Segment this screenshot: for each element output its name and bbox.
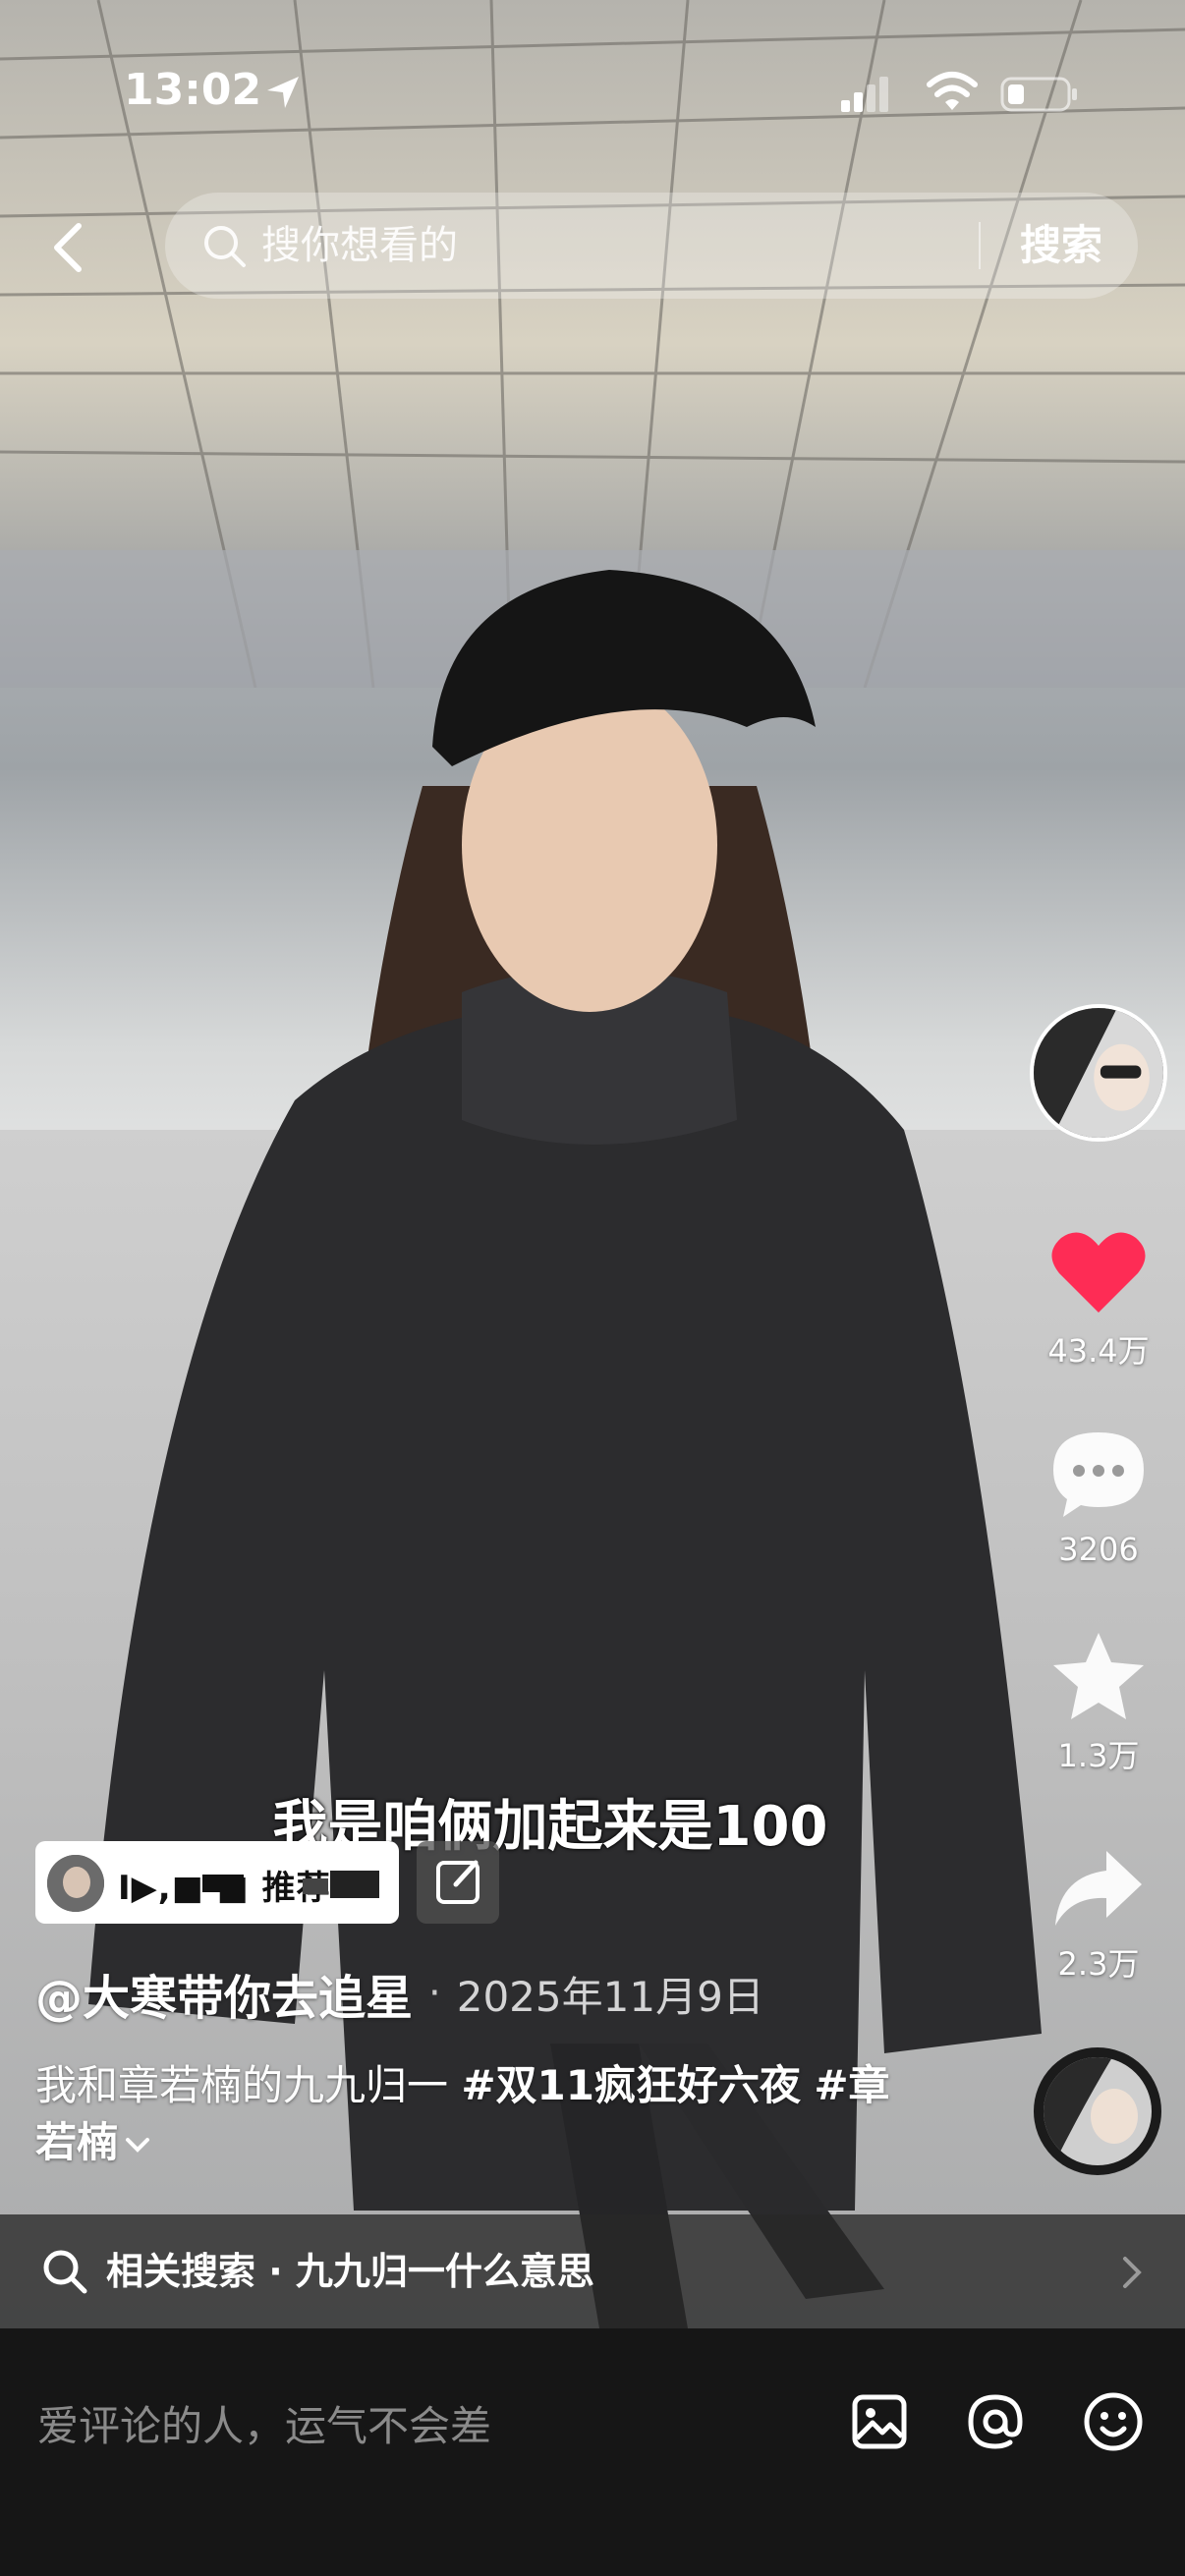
author-row: @大寒带你去追星 · 2025年11月9日 bbox=[35, 1959, 764, 2028]
edit-icon bbox=[436, 1860, 480, 1904]
creator-avatar[interactable] bbox=[1030, 1004, 1167, 1142]
video-description[interactable]: 我和章若楠的九九归一 #双11疯狂好六夜 #章若楠 bbox=[35, 2057, 920, 2171]
product-card[interactable]: I▶,■ ■ 推荐 bbox=[35, 1841, 399, 1924]
chevron-down-icon[interactable] bbox=[124, 2136, 151, 2156]
description-text: 我和章若楠的九九归一 bbox=[35, 2061, 462, 2109]
comment-bar: 爱评论的人，运气不会差 bbox=[0, 2328, 1185, 2576]
avatar-image bbox=[1034, 1008, 1163, 1138]
search-icon bbox=[204, 226, 246, 267]
emoji-icon[interactable] bbox=[1081, 2389, 1146, 2454]
favorite-count: 1.3万 bbox=[1057, 1737, 1140, 1774]
redaction-mark bbox=[330, 1871, 379, 1898]
related-search-bar[interactable]: 相关搜索 · 九九归一什么意思 bbox=[0, 2214, 1185, 2328]
search-divider bbox=[979, 222, 981, 269]
related-search-label: 相关搜索 bbox=[106, 2250, 256, 2293]
star-icon bbox=[1053, 1633, 1144, 1719]
related-search-separator: · bbox=[268, 2250, 283, 2293]
comment-button[interactable]: 3206 bbox=[1022, 1427, 1175, 1568]
comment-icon bbox=[1053, 1432, 1144, 1517]
like-button[interactable]: 43.4万 bbox=[1022, 1228, 1175, 1372]
chevron-right-icon bbox=[1123, 2257, 1142, 2288]
music-cover-image bbox=[1044, 2057, 1152, 2165]
related-search-query: 九九归一什么意思 bbox=[295, 2250, 594, 2293]
redaction-mark bbox=[303, 1878, 328, 1894]
favorite-button[interactable]: 1.3万 bbox=[1022, 1631, 1175, 1776]
author-date-separator: · bbox=[428, 1971, 441, 2016]
comment-input[interactable]: 爱评论的人，运气不会差 bbox=[37, 2387, 784, 2466]
redaction-mark bbox=[202, 1875, 244, 1892]
status-time: 13:02 bbox=[124, 65, 262, 115]
location-arrow-icon bbox=[267, 77, 299, 108]
search-bar[interactable]: 搜你想看的 搜索 bbox=[165, 193, 1138, 299]
search-input[interactable]: 搜你想看的 bbox=[261, 214, 831, 277]
share-icon bbox=[1055, 1851, 1142, 1926]
at-icon[interactable] bbox=[963, 2389, 1028, 2454]
battery-icon bbox=[1000, 77, 1077, 112]
thumbnail-image bbox=[47, 1855, 104, 1912]
video-screen: 13:02 搜你想看的 搜索 43.4万 3206 1.3万 2.3万 我是咱俩… bbox=[0, 0, 1185, 2576]
product-thumbnail bbox=[47, 1855, 104, 1912]
like-count: 43.4万 bbox=[1047, 1332, 1150, 1370]
share-button[interactable]: 2.3万 bbox=[1022, 1847, 1175, 1985]
heart-icon bbox=[1051, 1232, 1146, 1313]
search-icon bbox=[43, 2250, 87, 2294]
image-icon[interactable] bbox=[847, 2389, 912, 2454]
comment-count: 3206 bbox=[1058, 1531, 1139, 1568]
music-disc[interactable] bbox=[1034, 2047, 1161, 2175]
wifi-icon bbox=[927, 72, 978, 110]
related-search-text: 相关搜索 · 九九归一什么意思 bbox=[106, 2242, 594, 2301]
back-icon[interactable] bbox=[43, 218, 94, 277]
share-count: 2.3万 bbox=[1057, 1945, 1140, 1983]
hashtag-link[interactable]: #双11疯狂好六夜 bbox=[461, 2061, 801, 2109]
post-date: 2025年11月9日 bbox=[456, 1972, 764, 2021]
author-name[interactable]: @大寒带你去追星 bbox=[35, 1959, 413, 2028]
status-bar: 13:02 bbox=[0, 0, 1185, 187]
signal-icon bbox=[841, 77, 888, 112]
edit-button[interactable] bbox=[417, 1841, 499, 1924]
search-button[interactable]: 搜索 bbox=[1002, 214, 1120, 277]
